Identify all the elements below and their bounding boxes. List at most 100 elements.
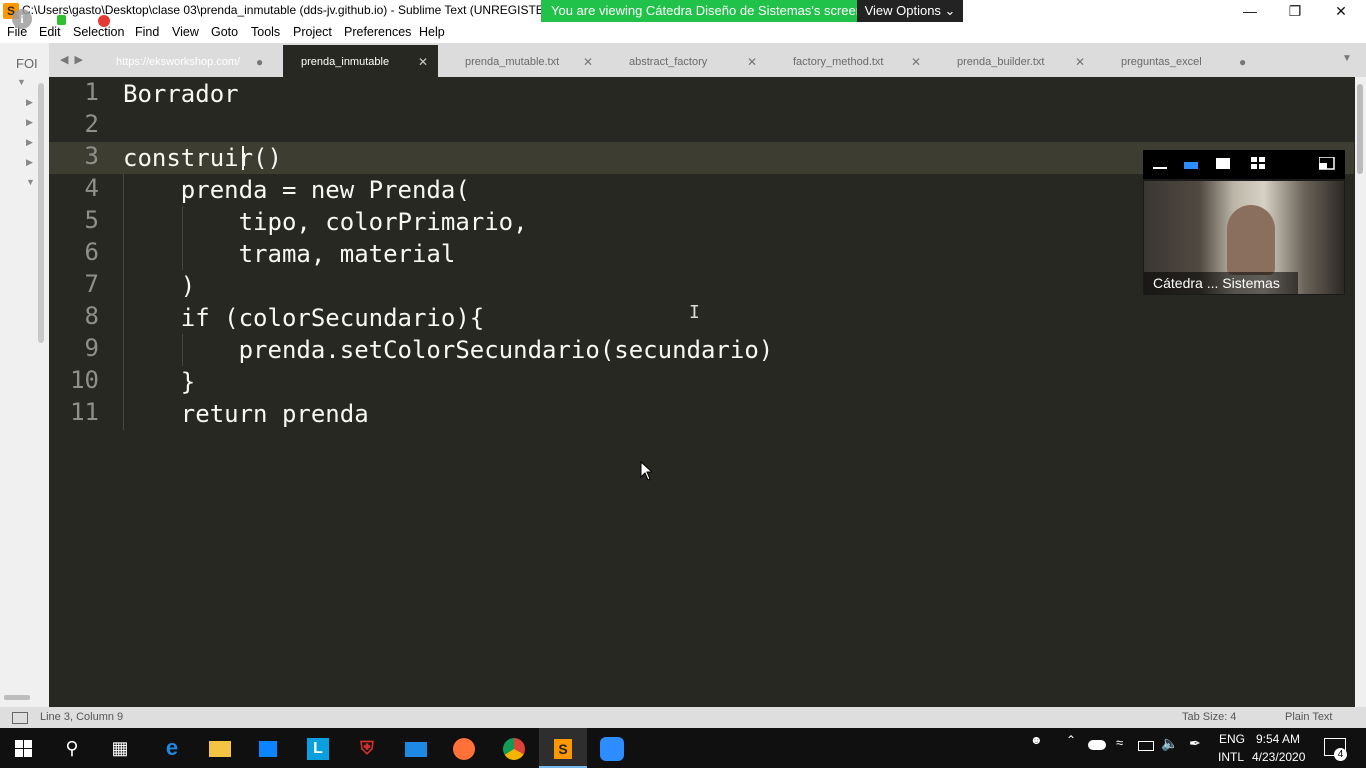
tab-prenda-builder[interactable]: prenda_builder.txt ✕ (957, 45, 1092, 77)
code-line[interactable]: tipo, colorPrimario, (123, 206, 528, 238)
code-line[interactable]: prenda.setColorSecundario(secundario) (123, 334, 774, 366)
tab-prenda-inmutable[interactable]: prenda_inmutable ✕ (301, 45, 436, 77)
menu-view[interactable]: View (172, 25, 199, 39)
tab-eksworkshop[interactable]: https://eksworkshop.com/ ● (116, 45, 276, 77)
show-hidden-icons-chevron-icon[interactable]: ⌃ (1066, 733, 1076, 747)
network-icon[interactable]: ≈ (1116, 735, 1123, 750)
people-icon[interactable]: ☻ (1030, 733, 1043, 747)
line-number: 4 (84, 174, 99, 202)
active-speaker-icon[interactable] (1184, 162, 1198, 169)
menu-find[interactable]: Find (135, 25, 159, 39)
tab-label: factory_method.txt (793, 56, 884, 68)
windows-start-icon[interactable] (15, 740, 32, 757)
store-icon[interactable] (244, 728, 292, 768)
tab-dirty-icon[interactable]: ● (1239, 45, 1246, 79)
tab-prenda-mutable[interactable]: prenda_mutable.txt ✕ (465, 45, 600, 77)
input-layout[interactable]: INTL (1218, 750, 1244, 764)
gallery-view-icon[interactable] (1251, 157, 1266, 170)
menu-selection[interactable]: Selection (73, 25, 124, 39)
code-line[interactable]: Borrador (123, 78, 239, 110)
mcafee-icon[interactable]: ⛨ (343, 728, 391, 768)
tab-label: prenda_inmutable (301, 56, 390, 68)
menu-bar (0, 22, 1366, 43)
folder-collapsed-icon[interactable]: ▶ (26, 97, 33, 108)
mail-icon[interactable] (392, 728, 440, 768)
file-explorer-icon[interactable] (196, 728, 244, 768)
tab-abstract-factory[interactable]: abstract_factory ✕ (629, 45, 764, 77)
menu-edit[interactable]: Edit (39, 25, 61, 39)
close-icon[interactable]: ✕ (1318, 0, 1364, 22)
tab-dirty-icon[interactable]: ● (256, 45, 263, 79)
folder-collapsed-icon[interactable]: ▶ (26, 137, 33, 148)
tab-list-dropdown-icon[interactable]: ▼ (1342, 53, 1352, 64)
sidebar-hscrollbar[interactable] (4, 695, 30, 700)
panel-toggle-icon[interactable] (12, 712, 28, 724)
tab-label: preguntas_excel (1121, 56, 1202, 68)
line-number: 1 (84, 78, 99, 106)
status-bar: Line 3, Column 9 Tab Size: 4 Plain Text (0, 707, 1366, 728)
volume-icon[interactable]: 🔈 (1161, 735, 1178, 752)
line-number: 7 (84, 270, 99, 298)
sidebar-scrollbar[interactable] (38, 83, 44, 343)
line-number: 8 (84, 302, 99, 330)
code-line[interactable]: ) (123, 270, 195, 302)
menu-goto[interactable]: Goto (211, 25, 238, 39)
sidebar-folders-label: FOI (16, 56, 38, 71)
sidebar: FOI ▼ ▶ ▶ ▶ ▶ ▼ (0, 43, 49, 707)
view-options-button[interactable]: View Options ⌄ (857, 0, 963, 22)
participant-name-label: Cátedra ... Sistemas (1144, 272, 1298, 294)
tab-nav-arrows-icon[interactable]: ◀▶ (60, 53, 89, 66)
code-line[interactable]: return prenda (123, 398, 369, 430)
minimize-icon[interactable]: — (1227, 0, 1273, 22)
tab-close-icon[interactable]: ✕ (747, 45, 757, 79)
tab-preguntas-excel[interactable]: preguntas_excel ● (1121, 45, 1256, 77)
search-icon[interactable]: ⚲ (48, 728, 96, 768)
code-line[interactable]: if (colorSecundario){ (123, 302, 484, 334)
tab-size-selector[interactable]: Tab Size: 4 (1182, 711, 1236, 723)
syntax-selector[interactable]: Plain Text (1285, 711, 1333, 723)
restore-icon[interactable]: ❐ (1272, 0, 1318, 22)
speaker-view-icon[interactable] (1216, 158, 1230, 169)
menu-help[interactable]: Help (419, 25, 445, 39)
folder-expand-icon[interactable]: ▼ (17, 77, 26, 87)
exit-fullscreen-icon[interactable] (1319, 157, 1335, 170)
info-icon: i (12, 9, 32, 29)
folder-collapsed-icon[interactable]: ▶ (26, 117, 33, 128)
zoom-share-banner: You are viewing Cátedra Diseño de Sistem… (541, 0, 873, 22)
menu-preferences[interactable]: Preferences (344, 25, 411, 39)
tab-close-icon[interactable]: ✕ (418, 45, 428, 79)
pen-workspace-icon[interactable]: ✒ (1189, 735, 1201, 752)
editor-scrollbar-thumb[interactable] (1357, 84, 1363, 174)
zoom-app-icon[interactable] (588, 728, 636, 768)
edge-browser-icon[interactable]: e (148, 728, 196, 768)
firefox-icon[interactable] (440, 728, 488, 768)
input-language[interactable]: ENG (1219, 732, 1245, 746)
tab-label: abstract_factory (629, 56, 708, 68)
folder-collapsed-icon[interactable]: ▶ (26, 157, 33, 168)
sublime-text-taskbar-icon[interactable]: S (539, 728, 587, 768)
clock-time[interactable]: 9:54 AM (1256, 732, 1300, 746)
text-caret (242, 146, 244, 170)
chrome-icon[interactable] (490, 728, 538, 768)
line-number: 3 (84, 142, 99, 170)
menu-tools[interactable]: Tools (251, 25, 280, 39)
code-line[interactable]: } (123, 366, 195, 398)
code-line[interactable]: trama, material (123, 238, 456, 270)
tab-close-icon[interactable]: ✕ (583, 45, 593, 79)
app-l-icon[interactable]: L (294, 728, 342, 768)
tab-close-icon[interactable]: ✕ (1075, 45, 1085, 79)
code-line[interactable]: prenda = new Prenda( (123, 174, 470, 206)
code-line[interactable]: construir() (123, 142, 282, 174)
onedrive-icon[interactable] (1088, 740, 1106, 750)
tab-factory-method[interactable]: factory_method.txt ✕ (793, 45, 928, 77)
menu-project[interactable]: Project (293, 25, 332, 39)
tab-close-icon[interactable]: ✕ (911, 45, 921, 79)
minimize-video-icon[interactable] (1153, 157, 1167, 169)
clock-date[interactable]: 4/23/2020 (1252, 750, 1305, 764)
folder-expand-icon[interactable]: ▼ (26, 177, 35, 187)
task-view-icon[interactable]: ▦ (96, 728, 144, 768)
red-badge-icon (98, 15, 110, 27)
line-number: 9 (84, 334, 99, 362)
battery-icon[interactable] (1138, 741, 1154, 751)
mouse-pointer-icon (640, 461, 652, 481)
